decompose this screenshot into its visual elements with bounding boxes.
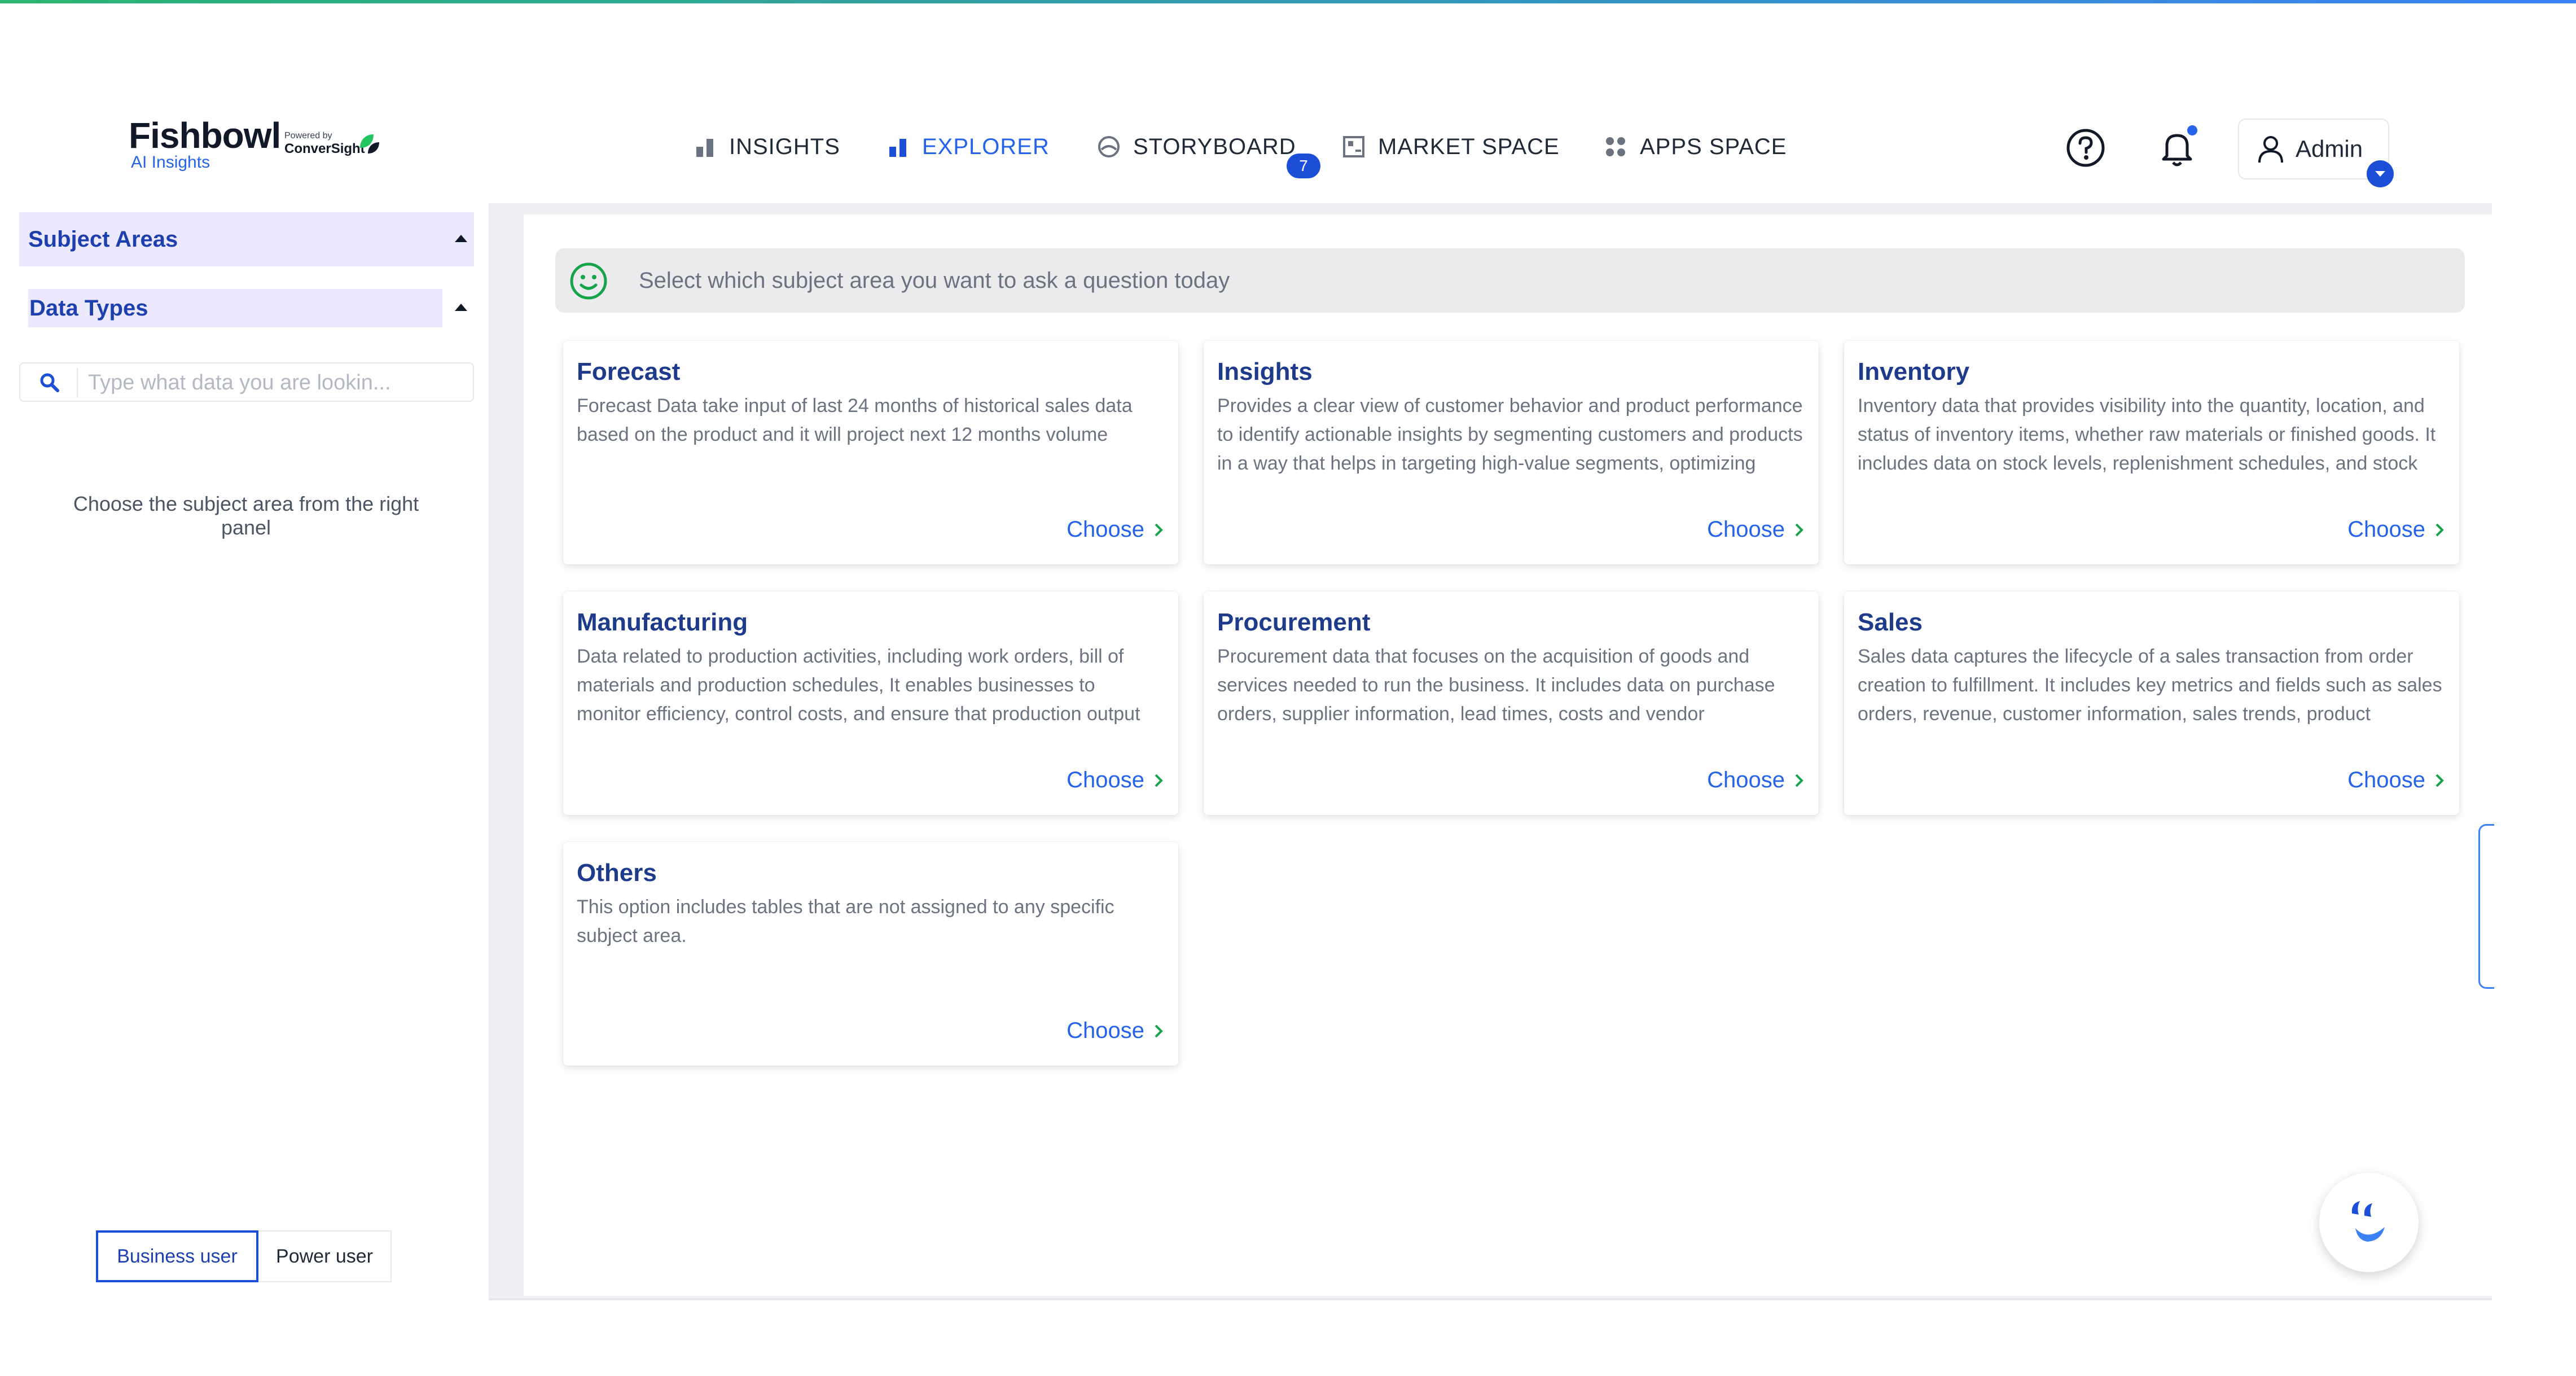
- sidebar-empty-message: Choose the subject area from the right p…: [73, 492, 419, 539]
- smiley-icon: [570, 262, 607, 300]
- help-button[interactable]: [2065, 128, 2106, 168]
- choose-label: Choose: [1067, 1018, 1144, 1043]
- nav-insights[interactable]: INSIGHTS: [694, 131, 840, 163]
- assistant-chat-button[interactable]: [2319, 1173, 2419, 1272]
- nav-explorer-label: EXPLORER: [922, 134, 1050, 159]
- power-user-button[interactable]: Power user: [258, 1230, 392, 1282]
- chevron-up-icon[interactable]: [455, 304, 467, 311]
- card-description: Sales data captures the lifecycle of a s…: [1858, 646, 2442, 725]
- card-title: Sales: [1858, 608, 1923, 636]
- subject-card-inventory[interactable]: Inventory Inventory data that provides v…: [1844, 341, 2459, 564]
- choose-button[interactable]: Choose: [2347, 517, 2445, 542]
- nav-market-space-label: MARKET SPACE: [1378, 134, 1560, 159]
- subject-areas-label: Subject Areas: [28, 226, 178, 252]
- chevron-down-icon: [2375, 171, 2385, 177]
- choose-label: Choose: [1707, 517, 1785, 542]
- user-icon: [2258, 136, 2283, 163]
- subject-card-others[interactable]: Others This option includes tables that …: [563, 842, 1178, 1066]
- chevron-right-icon: [2435, 523, 2444, 536]
- side-panel-handle[interactable]: [2478, 824, 2494, 989]
- top-accent-line: [0, 0, 2576, 3]
- chevron-right-icon: [1155, 523, 1163, 536]
- choose-button[interactable]: Choose: [1707, 768, 1804, 793]
- nav-apps-space-label: APPS SPACE: [1640, 134, 1787, 159]
- nav-explorer[interactable]: EXPLORER: [887, 131, 1050, 163]
- card-title: Forecast: [577, 358, 681, 385]
- nav-storyboard-label: STORYBOARD: [1133, 134, 1296, 159]
- card-title: Insights: [1217, 358, 1313, 385]
- choose-label: Choose: [1067, 517, 1144, 542]
- user-menu-dropdown[interactable]: [2367, 160, 2394, 187]
- main-panel-bottom-border: [489, 1298, 2492, 1300]
- card-description: Data related to production activities, i…: [577, 646, 1140, 725]
- nav-market-space[interactable]: MARKET SPACE: [1342, 131, 1560, 163]
- card-description: Procurement data that focuses on the acq…: [1217, 646, 1775, 725]
- logo-subtitle: AI Insights: [131, 153, 210, 172]
- card-description: Provides a clear view of customer behavi…: [1217, 395, 1803, 474]
- app-root: Fishbowl AI Insights Powered by ConverSi…: [0, 0, 2576, 1376]
- subject-card-manufacturing[interactable]: Manufacturing Data related to production…: [563, 591, 1178, 815]
- data-search-box: [19, 362, 474, 402]
- card-title: Inventory: [1858, 358, 1970, 385]
- choose-label: Choose: [2347, 768, 2425, 792]
- chevron-right-icon: [1795, 523, 1803, 536]
- storyboard-count-badge: 7: [1287, 154, 1320, 178]
- assistant-logo-icon: [2351, 1201, 2385, 1242]
- user-mode-toggle: Business user Power user: [96, 1230, 392, 1282]
- card-title: Others: [577, 859, 657, 887]
- user-name: Admin: [2296, 135, 2363, 162]
- nav-insights-label: INSIGHTS: [729, 134, 840, 159]
- chevron-right-icon: [1155, 774, 1163, 787]
- search-divider: [77, 368, 78, 397]
- choose-button[interactable]: Choose: [2347, 768, 2445, 793]
- card-title: Procurement: [1217, 608, 1371, 636]
- choose-label: Choose: [1067, 768, 1144, 792]
- notification-dot: [2187, 125, 2197, 135]
- choose-label: Choose: [2347, 517, 2425, 542]
- choose-button[interactable]: Choose: [1067, 768, 1164, 793]
- data-types-header[interactable]: Data Types: [28, 289, 442, 327]
- subject-prompt-text: Select which subject area you want to as…: [639, 268, 1230, 293]
- storyboard-icon: [1098, 136, 1120, 157]
- chevron-right-icon: [1155, 1024, 1163, 1037]
- data-types-label: Data Types: [29, 295, 148, 321]
- choose-button[interactable]: Choose: [1067, 1018, 1164, 1044]
- nav-apps-space[interactable]: APPS SPACE: [1604, 131, 1787, 163]
- subject-prompt-bar: Select which subject area you want to as…: [555, 248, 2465, 313]
- subject-areas-header[interactable]: Subject Areas: [19, 212, 474, 266]
- choose-button[interactable]: Choose: [1707, 517, 1804, 542]
- subject-card-insights[interactable]: Insights Provides a clear view of custom…: [1204, 341, 1819, 564]
- business-user-button[interactable]: Business user: [96, 1230, 258, 1282]
- chevron-right-icon: [2435, 774, 2444, 787]
- card-title: Manufacturing: [577, 608, 748, 636]
- subject-card-procurement[interactable]: Procurement Procurement data that focuse…: [1204, 591, 1819, 815]
- subject-card-forecast[interactable]: Forecast Forecast Data take input of las…: [563, 341, 1178, 564]
- bar-chart-icon: [696, 139, 713, 157]
- market-icon: [1343, 136, 1364, 157]
- search-icon: [40, 373, 59, 392]
- chevron-right-icon: [1795, 774, 1803, 787]
- sidebar: Subject Areas Data Types Choose the subj…: [15, 203, 475, 1298]
- powered-by-badge: Powered by ConverSight: [284, 131, 397, 157]
- fishbowl-logo[interactable]: Fishbowl AI Insights: [129, 115, 281, 172]
- chevron-up-icon: [455, 235, 467, 242]
- nav-storyboard[interactable]: STORYBOARD: [1097, 131, 1296, 163]
- conversight-leaf-icon: [360, 134, 379, 154]
- bar-chart-icon: [889, 139, 906, 157]
- data-search-input[interactable]: [88, 367, 466, 398]
- choose-button[interactable]: Choose: [1067, 517, 1164, 542]
- logo-name: Fishbowl: [129, 115, 281, 156]
- grid-icon: [1606, 137, 1625, 156]
- help-icon: [2066, 129, 2105, 167]
- card-description: Forecast Data take input of last 24 mont…: [577, 395, 1133, 445]
- card-description: Inventory data that provides visibility …: [1858, 395, 2436, 474]
- choose-label: Choose: [1707, 768, 1785, 792]
- card-description: This option includes tables that are not…: [577, 896, 1114, 946]
- subject-card-sales[interactable]: Sales Sales data captures the lifecycle …: [1844, 591, 2459, 815]
